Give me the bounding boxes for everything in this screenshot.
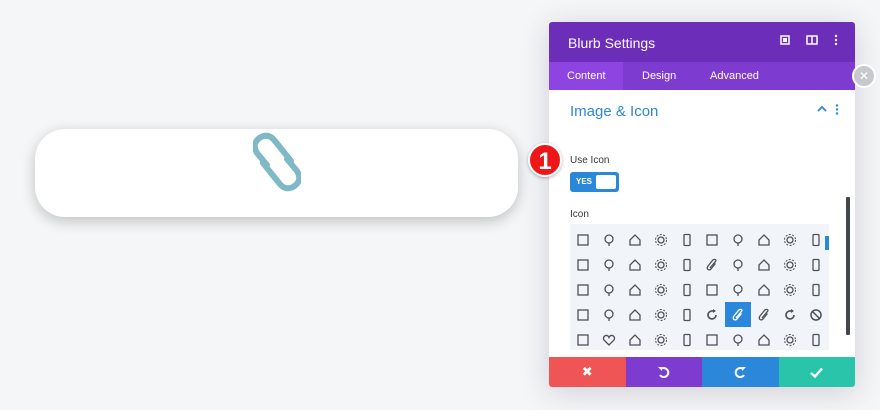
panel-scrollbar[interactable]	[846, 197, 850, 335]
save-icon[interactable]	[699, 327, 725, 350]
tab-design[interactable]: Design	[624, 62, 692, 90]
magnify-doc-icon[interactable]	[751, 327, 777, 350]
tab-content[interactable]: Content	[549, 62, 623, 90]
tablet-icon[interactable]	[699, 227, 725, 252]
clipboard-alt-icon[interactable]	[803, 327, 829, 350]
life-ring-icon[interactable]	[648, 302, 674, 327]
refresh-icon[interactable]	[699, 302, 725, 327]
gear-icon[interactable]	[648, 227, 674, 252]
panel-footer: ✖	[549, 357, 855, 387]
drawer-icon[interactable]	[751, 277, 777, 302]
panel-header: Blurb Settings	[549, 22, 855, 62]
panel-body: Image & Icon Use Icon YES Icon	[549, 90, 855, 357]
blurb-settings-panel: Blurb Settings Content Design Advanced I…	[549, 22, 855, 387]
cart-icon[interactable]	[674, 252, 700, 277]
panel-title: Blurb Settings	[568, 35, 656, 51]
cursor-icon[interactable]	[803, 252, 829, 277]
icon-grid-scrollbar[interactable]	[825, 236, 829, 250]
section-menu-icon[interactable]	[835, 104, 839, 118]
block-icon[interactable]	[803, 302, 829, 327]
printer-icon[interactable]	[622, 327, 648, 350]
headphones-icon[interactable]	[622, 302, 648, 327]
cancel-button[interactable]: ✖	[549, 357, 626, 387]
pushpin-icon[interactable]	[648, 277, 674, 302]
use-icon-label: Use Icon	[570, 155, 610, 166]
home-icon[interactable]	[622, 227, 648, 252]
clipboard-icon[interactable]	[622, 252, 648, 277]
paperclip-selected-icon[interactable]	[725, 302, 752, 327]
use-icon-toggle[interactable]: YES	[570, 172, 619, 192]
fullscreen-icon[interactable]	[778, 34, 792, 48]
step-badge: 1	[528, 143, 562, 177]
table-icon[interactable]	[570, 302, 596, 327]
triangle-stack-icon[interactable]	[570, 252, 596, 277]
toggle-value: YES	[576, 177, 593, 186]
credit-card-icon[interactable]	[648, 252, 674, 277]
film-icon[interactable]	[803, 277, 829, 302]
phone-icon[interactable]	[674, 227, 700, 252]
heart-icon[interactable]	[596, 327, 622, 350]
tag-alt-icon[interactable]	[751, 252, 777, 277]
lightbulb-icon[interactable]	[596, 227, 622, 252]
close-icon[interactable]: ✕	[852, 64, 876, 88]
book-icon[interactable]	[674, 277, 700, 302]
chevron-up-icon[interactable]	[817, 104, 827, 116]
loading-icon[interactable]	[777, 302, 803, 327]
pie-chart-icon[interactable]	[674, 302, 700, 327]
city-icon[interactable]	[674, 327, 700, 350]
monitor-icon[interactable]	[751, 227, 777, 252]
compass-icon[interactable]	[596, 277, 622, 302]
archive-icon[interactable]	[570, 327, 596, 350]
paperclip-icon[interactable]	[699, 252, 725, 277]
document-icon[interactable]	[596, 302, 622, 327]
building-icon[interactable]	[648, 327, 674, 350]
save-button[interactable]	[778, 357, 855, 387]
section-title[interactable]: Image & Icon	[570, 103, 658, 120]
inbox-icon[interactable]	[699, 277, 725, 302]
bookmark-icon[interactable]	[596, 252, 622, 277]
link-icon[interactable]	[751, 302, 777, 327]
icon-grid	[570, 227, 829, 350]
laptop-icon[interactable]	[725, 227, 751, 252]
icon-label: Icon	[570, 209, 589, 220]
toggle-knob	[596, 175, 616, 189]
map-pin-icon[interactable]	[622, 277, 648, 302]
calendar-icon[interactable]	[777, 277, 803, 302]
undo-button[interactable]	[625, 357, 702, 387]
panel-tabs: Content Design Advanced	[549, 62, 855, 90]
graduation-cap-icon[interactable]	[777, 227, 803, 252]
microphone-icon[interactable]	[570, 277, 596, 302]
split-view-icon[interactable]	[805, 34, 819, 48]
bar-chart-icon[interactable]	[570, 227, 596, 252]
id-card-icon[interactable]	[777, 327, 803, 350]
blurb-paperclip-icon	[253, 132, 301, 192]
more-options-icon[interactable]	[829, 34, 843, 48]
laptop-alt-icon[interactable]	[725, 327, 751, 350]
tag-icon[interactable]	[725, 252, 751, 277]
briefcase-icon[interactable]	[725, 277, 751, 302]
trash-icon[interactable]	[777, 252, 803, 277]
icon-picker[interactable]	[570, 224, 829, 350]
redo-button[interactable]	[702, 357, 779, 387]
tab-advanced[interactable]: Advanced	[692, 62, 774, 90]
